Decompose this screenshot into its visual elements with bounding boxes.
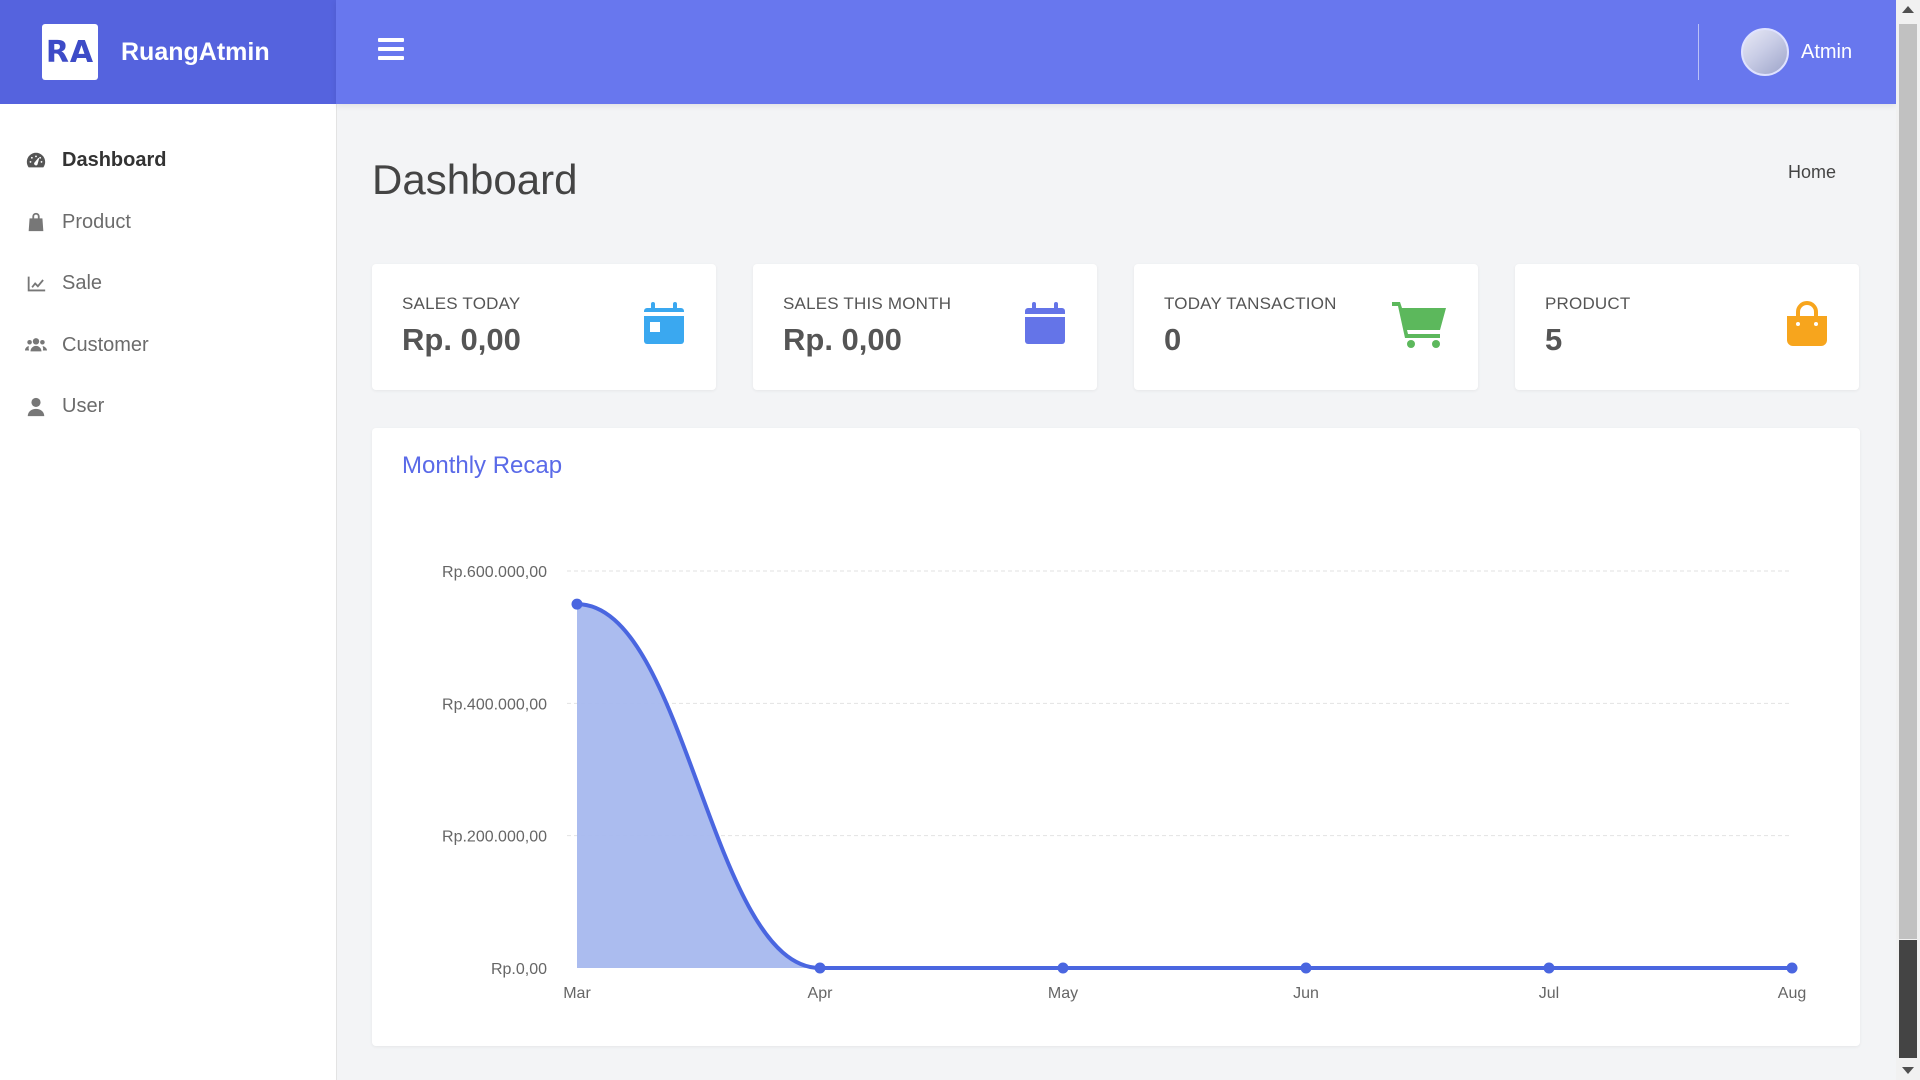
monthly-recap-card: Monthly Recap Rp.0,00 Rp.200.000,00 Rp.400… [372,428,1860,1046]
topbar: Atmin [336,0,1896,104]
scroll-down-icon[interactable] [1902,1067,1914,1074]
sidebar-item-label: Customer [62,333,149,356]
y-tick-label: Rp.0,00 [491,961,547,978]
shopping-bag-icon [1783,300,1831,348]
shopping-cart-icon [1392,300,1448,348]
series-line [576,602,1792,970]
stat-card-today-transaction: TODAY TANSACTION 0 [1134,264,1478,390]
monthly-recap-chart: Rp.0,00 Rp.200.000,00 Rp.400.000,00 Rp.600.… [442,564,1806,1002]
data-point [1300,962,1312,974]
scroll-track-bottom [1899,940,1917,1058]
sidebar-nav: Dashboard Product Sale Customer User [0,130,336,438]
calendar-day-icon [640,300,688,348]
y-tick-label: Rp.400.000,00 [442,696,547,713]
data-point [571,598,583,610]
data-point [1057,962,1069,974]
scroll-up-icon[interactable] [1902,6,1914,13]
x-tick-label: Jul [1539,985,1559,1002]
data-point [814,962,826,974]
avatar [1741,28,1789,76]
brand[interactable]: RA RuangAtmin [0,0,336,104]
line-chart-icon [24,272,48,296]
users-icon [24,333,48,357]
scrollbar[interactable] [1896,0,1920,1080]
user-menu[interactable]: Atmin [1741,28,1852,76]
data-point [1786,962,1798,974]
sidebar-item-label: Sale [62,272,103,295]
x-tick-label: Jun [1293,985,1319,1002]
topbar-divider [1698,24,1699,80]
shopping-bag-icon [24,210,48,234]
calendar-icon [1021,300,1069,348]
sidebar-item-product[interactable]: Product [0,192,336,254]
hamburger-menu-icon[interactable] [378,38,404,62]
sidebar-item-label: User [62,395,105,418]
stat-cards: SALES TODAY Rp. 0,00 SALES THIS MONTH Rp… [372,264,1860,390]
sidebar-item-label: Product [62,210,131,233]
stat-card-sales-today: SALES TODAY Rp. 0,00 [372,264,716,390]
sidebar-item-sale[interactable]: Sale [0,253,336,315]
breadcrumb[interactable]: Home [1788,162,1836,183]
brand-logo: RA [42,24,98,80]
tachometer-icon [24,149,48,173]
user-icon [24,395,48,419]
x-tick-label: May [1048,985,1078,1002]
x-tick-label: Apr [808,985,834,1002]
sidebar-item-customer[interactable]: Customer [0,315,336,377]
sidebar: RA RuangAtmin Dashboard Product Sale Cus… [0,0,336,1080]
sidebar-item-dashboard[interactable]: Dashboard [0,130,336,192]
x-tick-label: Aug [1778,985,1806,1002]
data-point [1543,962,1555,974]
y-tick-label: Rp.200.000,00 [442,829,547,846]
sidebar-item-label: Dashboard [62,149,167,172]
user-name: Atmin [1801,40,1853,63]
page-title: Dashboard [372,156,578,203]
scroll-thumb[interactable] [1899,24,1917,939]
brand-name: RuangAtmin [121,37,270,66]
stat-card-sales-month: SALES THIS MONTH Rp. 0,00 [753,264,1097,390]
stat-card-product: PRODUCT 5 [1515,264,1859,390]
x-tick-label: Mar [563,985,591,1002]
sidebar-item-user[interactable]: User [0,376,336,438]
y-tick-label: Rp.600.000,00 [442,564,547,581]
